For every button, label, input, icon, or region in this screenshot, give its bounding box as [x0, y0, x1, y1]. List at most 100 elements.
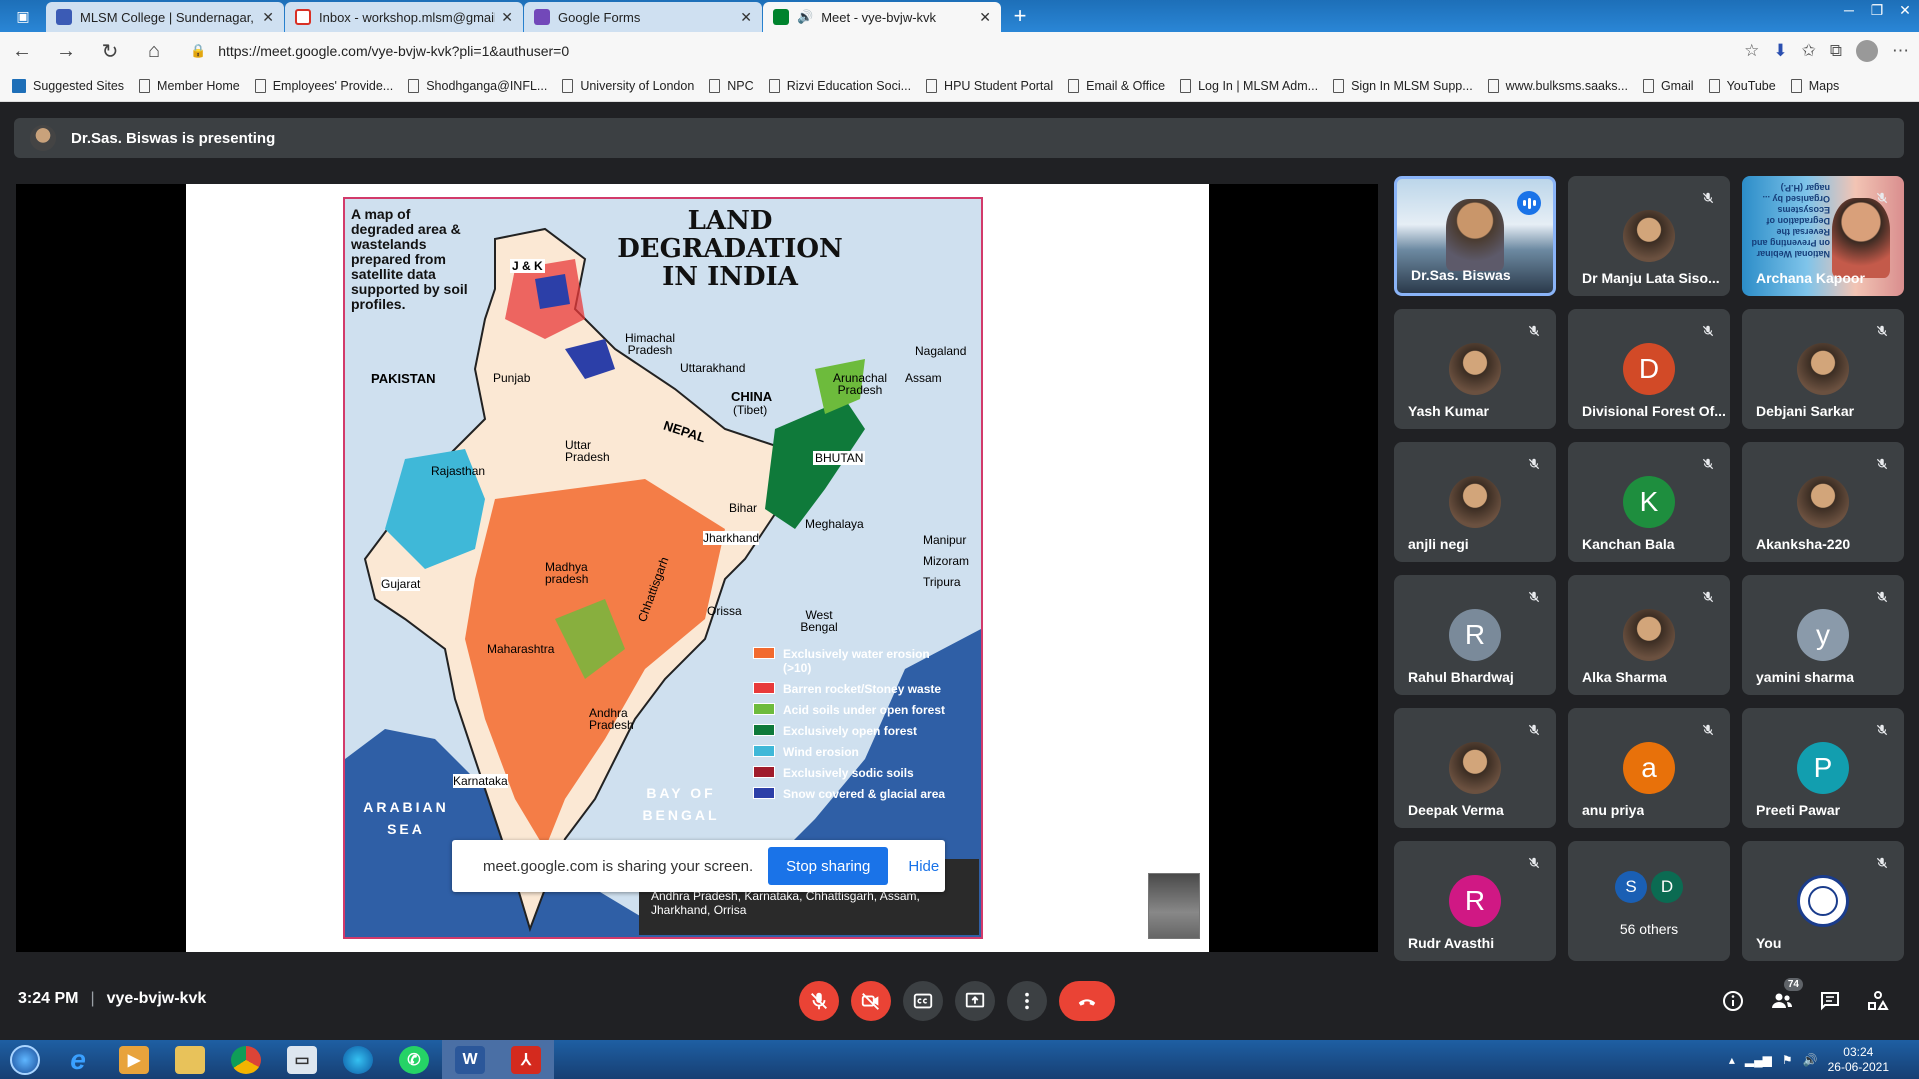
- participant-tile[interactable]: Akanksha-220: [1742, 442, 1904, 562]
- file-explorer-icon[interactable]: [162, 1040, 218, 1079]
- back-icon[interactable]: ←: [0, 32, 44, 70]
- tab-close-icon[interactable]: ✕: [740, 9, 752, 26]
- activities-button[interactable]: [1863, 986, 1893, 1016]
- lock-icon[interactable]: 🔒: [190, 43, 206, 59]
- participant-tile[interactable]: anjli negi: [1394, 442, 1556, 562]
- map-label: Assam: [905, 371, 942, 385]
- start-button[interactable]: [0, 1040, 50, 1079]
- chat-icon: [1821, 992, 1839, 1011]
- participant-tile[interactable]: K Kanchan Bala: [1568, 442, 1730, 562]
- whatsapp-icon[interactable]: ✆: [386, 1040, 442, 1079]
- meeting-details-button[interactable]: [1718, 986, 1748, 1016]
- people-button[interactable]: 74: [1767, 978, 1803, 1016]
- media-player-icon[interactable]: ▶: [106, 1040, 162, 1079]
- page-icon: [408, 78, 420, 93]
- bookmark-item[interactable]: University of London: [562, 78, 694, 93]
- add-favorite-icon[interactable]: ☆: [1744, 41, 1759, 61]
- participant-tile[interactable]: Yash Kumar: [1394, 309, 1556, 429]
- bookmark-item[interactable]: Log In | MLSM Adm...: [1180, 78, 1318, 93]
- bookmark-item[interactable]: Member Home: [139, 78, 240, 93]
- camera-off-button[interactable]: [851, 981, 891, 1021]
- map-label: Punjab: [493, 371, 531, 385]
- tab-close-icon[interactable]: ✕: [501, 9, 513, 26]
- present-now-button[interactable]: [955, 981, 995, 1021]
- more-menu-icon[interactable]: ⋯: [1892, 41, 1909, 61]
- participant-tile[interactable]: National Webinar on Preventing and Rever…: [1742, 176, 1904, 296]
- participant-tile[interactable]: a anu priya: [1568, 708, 1730, 828]
- minimize-icon[interactable]: ─: [1835, 0, 1863, 20]
- network-icon[interactable]: ▂▄▆: [1745, 1053, 1772, 1067]
- taskbar-clock[interactable]: 03:24 26-06-2021: [1828, 1045, 1889, 1075]
- leave-call-button[interactable]: [1059, 981, 1115, 1021]
- map-label: Jharkhand: [703, 531, 760, 545]
- window-menu-icon[interactable]: ▣: [0, 0, 46, 32]
- self-preview-thumbnail[interactable]: [1148, 873, 1200, 939]
- tab-close-icon[interactable]: ✕: [262, 9, 274, 26]
- profile-avatar-icon[interactable]: [1856, 40, 1878, 62]
- acrobat-icon[interactable]: ⅄: [498, 1040, 554, 1079]
- bookmark-item[interactable]: www.bulksms.saaks...: [1487, 78, 1628, 93]
- participant-tile[interactable]: S D 56 others: [1568, 841, 1730, 961]
- captions-button[interactable]: [903, 981, 943, 1021]
- bookmark-item[interactable]: Gmail: [1642, 78, 1694, 93]
- browser-tab[interactable]: Inbox - workshop.mlsm@gmail.com ✕: [285, 2, 523, 32]
- muted-mic-icon: [1874, 190, 1890, 206]
- legend-item: Acid soils under open forest: [753, 703, 953, 717]
- mic-off-button[interactable]: [799, 981, 839, 1021]
- volume-icon[interactable]: 🔊: [1803, 1053, 1818, 1067]
- bookmark-item[interactable]: Sign In MLSM Supp...: [1333, 78, 1473, 93]
- participant-tile[interactable]: R Rahul Bhardwaj: [1394, 575, 1556, 695]
- bookmark-item[interactable]: Email & Office: [1068, 78, 1165, 93]
- bookmark-item[interactable]: Suggested Sites: [12, 78, 124, 93]
- participant-tile[interactable]: R Rudr Avasthi: [1394, 841, 1556, 961]
- bookmark-item[interactable]: Rizvi Education Soci...: [768, 78, 911, 93]
- browser-tab[interactable]: Google Forms ✕: [524, 2, 762, 32]
- new-tab-button[interactable]: +: [1006, 3, 1034, 29]
- close-window-icon[interactable]: ✕: [1891, 0, 1919, 20]
- chat-button[interactable]: [1815, 986, 1845, 1016]
- home-icon[interactable]: ⌂: [132, 32, 176, 70]
- browser-tab[interactable]: MLSM College | Sundernagar, Mandi ✕: [46, 2, 284, 32]
- extension-icon[interactable]: ⬇: [1773, 41, 1787, 61]
- chrome-icon[interactable]: [218, 1040, 274, 1079]
- participant-tile[interactable]: Debjani Sarkar: [1742, 309, 1904, 429]
- legend-swatch: [753, 682, 775, 694]
- presenting-text: Dr.Sas. Biswas is presenting: [71, 129, 276, 147]
- hide-notice-button[interactable]: Hide: [908, 858, 939, 875]
- bookmark-item[interactable]: YouTube: [1708, 78, 1776, 93]
- bookmark-item[interactable]: Shodhganga@INFL...: [408, 78, 547, 93]
- bookmark-item[interactable]: HPU Student Portal: [926, 78, 1053, 93]
- tab-close-icon[interactable]: ✕: [979, 9, 991, 26]
- participant-name: Dr Manju Lata Siso...: [1582, 270, 1720, 286]
- speaker-icon[interactable]: 🔊: [797, 9, 813, 25]
- participant-tile[interactable]: Deepak Verma: [1394, 708, 1556, 828]
- participant-tile[interactable]: You: [1742, 841, 1904, 961]
- stop-sharing-button[interactable]: Stop sharing: [768, 847, 889, 885]
- participant-tile[interactable]: Alka Sharma: [1568, 575, 1730, 695]
- bookmark-item[interactable]: NPC: [709, 78, 754, 93]
- forward-icon[interactable]: →: [44, 32, 88, 70]
- map-label: Arunachal Pradesh: [832, 371, 888, 397]
- participant-tile[interactable]: Dr Manju Lata Siso...: [1568, 176, 1730, 296]
- participant-tile[interactable]: y yamini sharma: [1742, 575, 1904, 695]
- bookmark-item[interactable]: Maps: [1790, 78, 1839, 93]
- word-icon[interactable]: W: [442, 1040, 498, 1079]
- participant-tile[interactable]: D Divisional Forest Of...: [1568, 309, 1730, 429]
- browser-tab-active[interactable]: 🔊 Meet - vye-bvjw-kvk ✕: [763, 2, 1001, 32]
- more-options-button[interactable]: [1007, 981, 1047, 1021]
- collections-icon[interactable]: ⧉: [1830, 41, 1842, 61]
- participant-name: anjli negi: [1408, 536, 1469, 552]
- participant-tile[interactable]: Dr.Sas. Biswas: [1394, 176, 1556, 296]
- messaging-icon[interactable]: ▭: [274, 1040, 330, 1079]
- action-center-flag-icon[interactable]: ⚑: [1782, 1053, 1793, 1067]
- reload-icon[interactable]: ↻: [88, 32, 132, 70]
- edge-icon[interactable]: [330, 1040, 386, 1079]
- url-field[interactable]: 🔒 https://meet.google.com/vye-bvjw-kvk?p…: [190, 36, 1620, 66]
- tray-arrow-icon[interactable]: ▴: [1729, 1053, 1735, 1067]
- page-icon: [139, 78, 151, 93]
- favorites-icon[interactable]: ✩: [1802, 41, 1816, 61]
- participant-tile[interactable]: P Preeti Pawar: [1742, 708, 1904, 828]
- ie-icon[interactable]: e: [50, 1040, 106, 1079]
- restore-icon[interactable]: ❐: [1863, 0, 1891, 20]
- bookmark-item[interactable]: Employees' Provide...: [254, 78, 393, 93]
